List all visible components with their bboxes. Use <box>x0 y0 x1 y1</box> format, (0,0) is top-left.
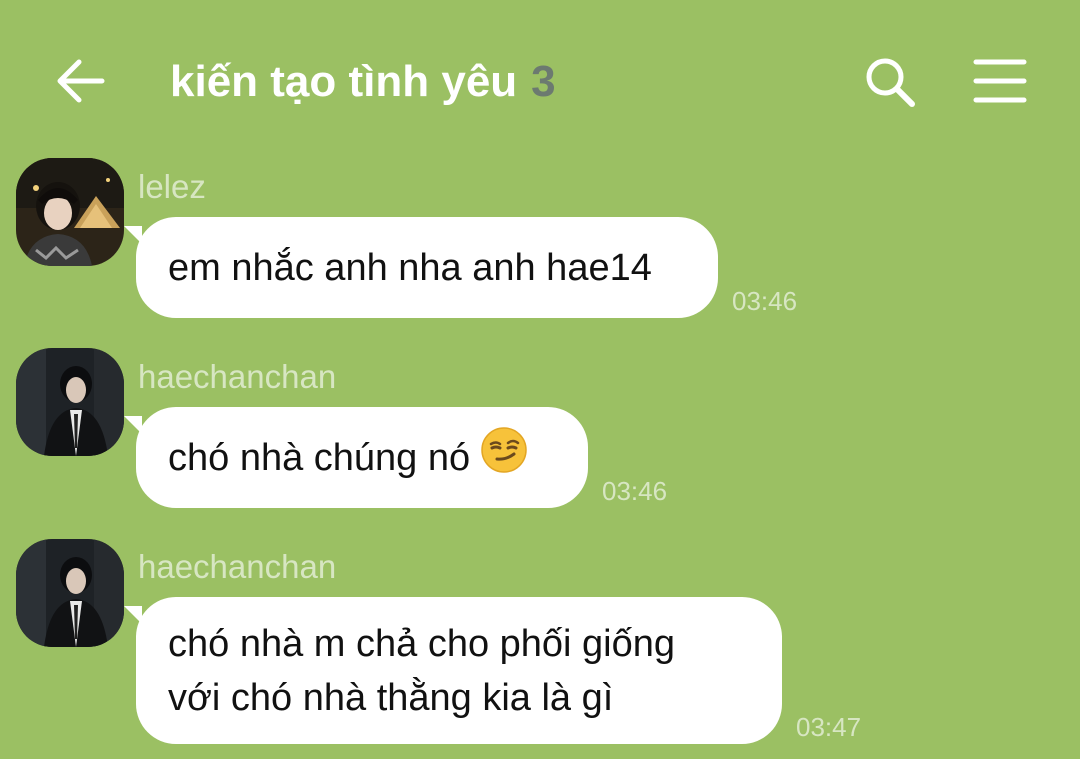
message-time: 03:46 <box>732 286 798 316</box>
avatar[interactable] <box>16 158 124 266</box>
message-time: 03:46 <box>602 476 668 506</box>
search-button[interactable] <box>860 52 920 112</box>
back-button[interactable] <box>52 52 110 110</box>
sender-name: haechanchan <box>138 548 337 585</box>
avatar[interactable] <box>16 348 124 456</box>
chat-screen: kiến tạo tình yêu 3 lelez em nhắc anh nh… <box>0 0 1080 759</box>
member-count: 3 <box>531 57 556 106</box>
sender-name: lelez <box>138 168 206 205</box>
message-text: chó nhà m chả cho phối giống với chó nhà… <box>168 622 676 719</box>
back-arrow-icon <box>57 59 105 103</box>
chat-title-area[interactable]: kiến tạo tình yêu 3 <box>170 52 556 112</box>
message-bubble[interactable]: em nhắc anh nha anh hae14 <box>136 217 718 318</box>
chat-header: kiến tạo tình yêu 3 <box>0 0 1080 160</box>
avatar-haechanchan <box>16 539 124 647</box>
message-text: em nhắc anh nha anh hae14 <box>168 246 652 289</box>
menu-icon <box>973 59 1027 103</box>
search-icon <box>866 58 915 107</box>
message-bubble[interactable]: chó nhà m chả cho phối giống với chó nhà… <box>136 597 782 744</box>
sender-name: haechanchan <box>138 358 337 395</box>
avatar-haechanchan <box>16 348 124 456</box>
avatar[interactable] <box>16 539 124 647</box>
menu-button[interactable] <box>970 54 1030 108</box>
message-bubble[interactable]: chó nhà chúng nó <box>136 407 588 508</box>
message-text: chó nhà chúng nó <box>168 436 471 479</box>
chat-title: kiến tạo tình yêu <box>170 57 518 106</box>
smirking-face-emoji <box>481 427 527 473</box>
message-time: 03:47 <box>796 712 862 742</box>
avatar-lelez <box>16 158 124 266</box>
